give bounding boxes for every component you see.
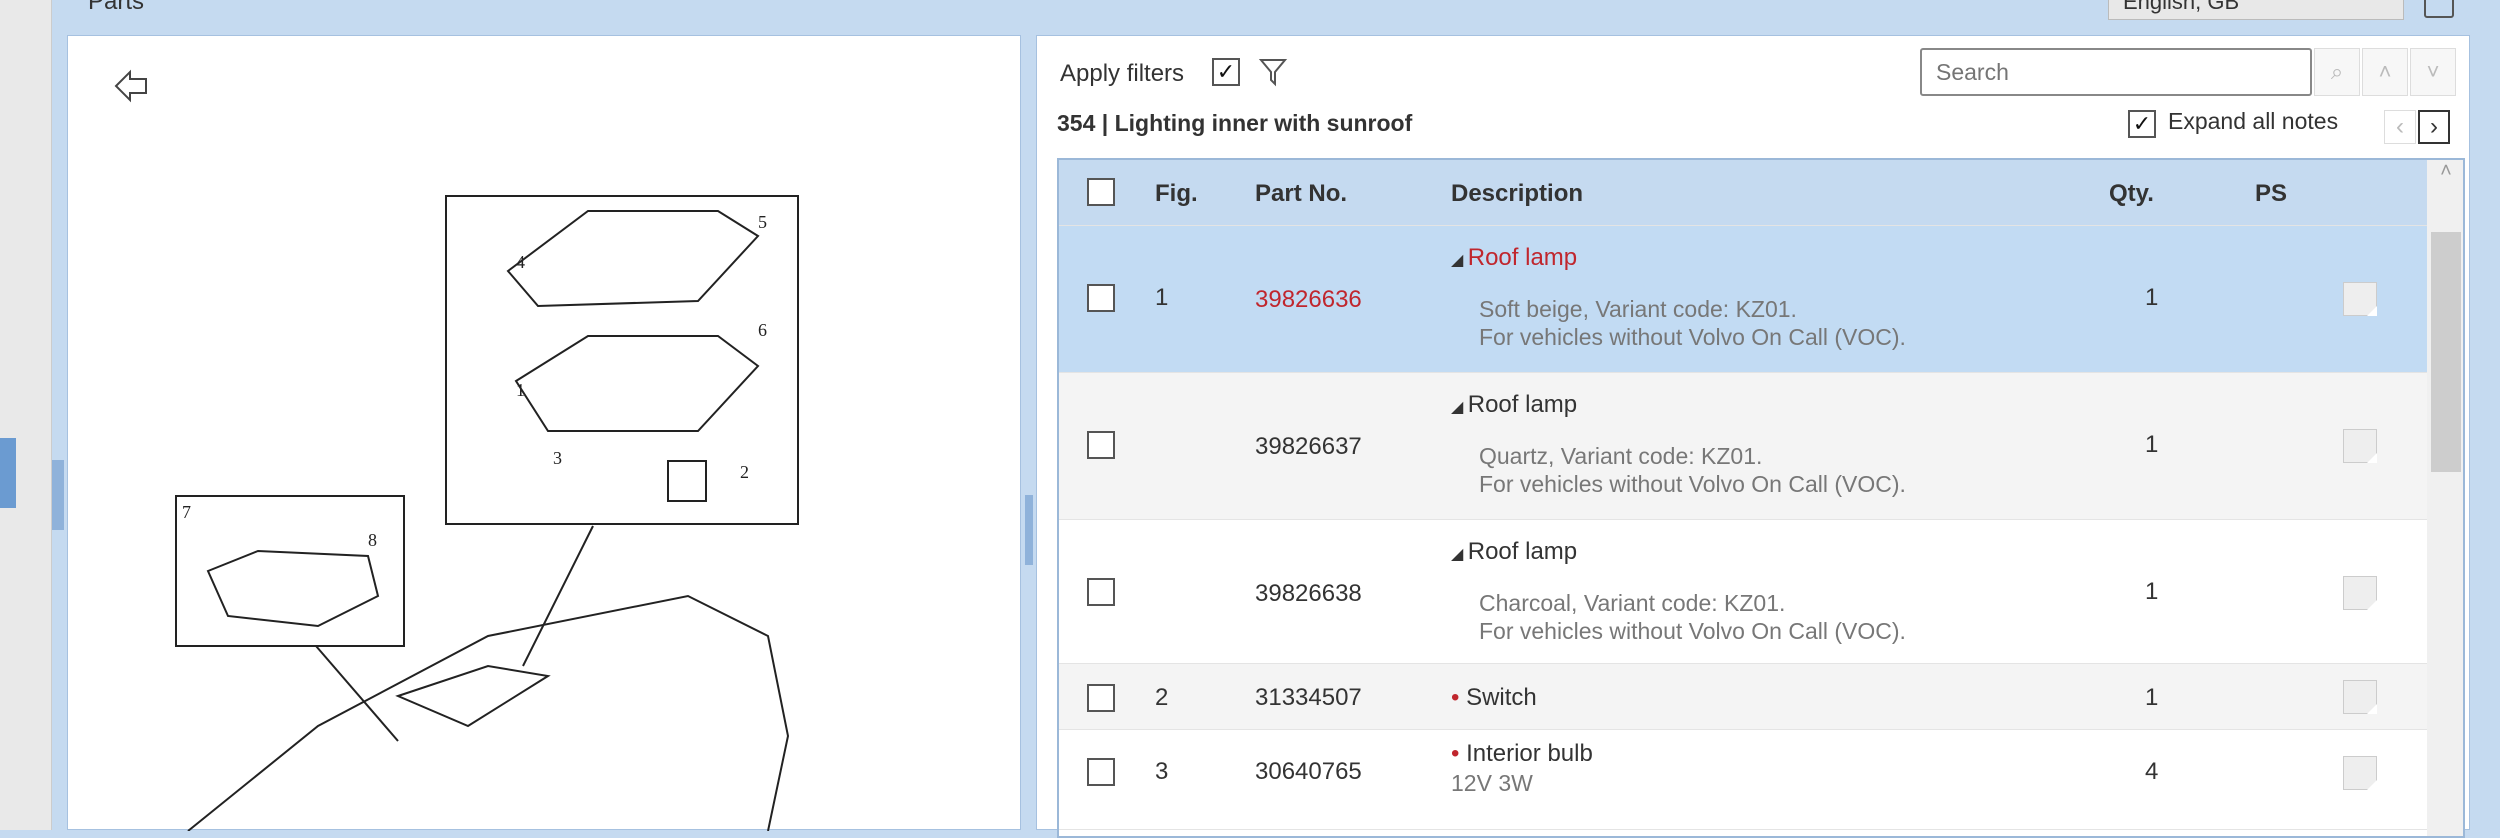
qty-cell: 4 xyxy=(2145,758,2159,785)
scroll-up-icon[interactable]: ˄ xyxy=(2427,160,2463,183)
section-title: Lighting inner with sunroof xyxy=(1114,110,1413,136)
row-checkbox[interactable] xyxy=(1087,578,1115,606)
fig-cell: 2 xyxy=(1155,684,1169,711)
fig-cell: 1 xyxy=(1155,284,1169,311)
description-note: 12V 3W xyxy=(1451,770,1533,796)
search-next-button[interactable]: ˅ xyxy=(2410,48,2456,96)
panel-splitter[interactable] xyxy=(1022,35,1036,830)
note-icon[interactable] xyxy=(2343,429,2377,463)
search-icon[interactable]: ⌕ xyxy=(2314,48,2360,96)
description-title[interactable]: ◢ Roof lamp xyxy=(1451,244,1577,272)
description-note: Charcoal, Variant code: KZ01. xyxy=(1479,590,1786,616)
col-ps[interactable]: PS xyxy=(2255,180,2287,208)
search-prev-button[interactable]: ˄ xyxy=(2362,48,2408,96)
prev-page-button[interactable]: ‹ xyxy=(2384,110,2416,144)
diagram-label: 1 xyxy=(516,380,525,400)
col-description[interactable]: Description xyxy=(1451,180,1583,208)
expand-all-notes-label: Expand all notes xyxy=(2168,108,2339,134)
section-separator: | xyxy=(1101,110,1109,136)
qty-cell: 1 xyxy=(2145,578,2159,605)
panel-title: Parts xyxy=(88,0,145,15)
table-scrollbar[interactable]: ˄ xyxy=(2427,160,2463,836)
scrollbar-thumb[interactable] xyxy=(2431,232,2461,472)
apply-filters-label: Apply filters xyxy=(1060,60,1185,87)
row-checkbox[interactable] xyxy=(1087,758,1115,786)
select-all-checkbox[interactable] xyxy=(1087,178,1115,206)
table-row[interactable]: 1 39826636 ◢ Roof lamp Soft beige, Varia… xyxy=(1059,226,2427,373)
expand-all-notes-checkbox[interactable]: ✓ xyxy=(2128,110,2156,138)
part-no-cell[interactable]: 39826636 xyxy=(1255,286,1362,314)
part-no-cell[interactable]: 39826638 xyxy=(1255,580,1362,608)
apply-filters-checkbox[interactable]: ✓ xyxy=(1212,58,1240,86)
qty-cell: 1 xyxy=(2145,431,2159,458)
col-qty[interactable]: Qty. xyxy=(2109,180,2154,208)
diagram-label: 7 xyxy=(182,502,191,522)
part-no-cell[interactable]: 30640765 xyxy=(1255,758,1362,786)
qty-cell: 1 xyxy=(2145,284,2159,311)
table-row[interactable]: 39826637 ◢ Roof lamp Quartz, Variant cod… xyxy=(1059,373,2427,520)
search-input[interactable] xyxy=(1920,48,2312,96)
table-row[interactable]: 3 30640765 • Interior bulb 12V 3W 4 xyxy=(1059,730,2427,830)
description-note: For vehicles without Volvo On Call (VOC)… xyxy=(1479,471,1906,497)
next-page-button[interactable]: › xyxy=(2418,110,2450,144)
left-sidebar xyxy=(0,0,52,830)
col-part-no[interactable]: Part No. xyxy=(1255,180,1347,208)
description-note: For vehicles without Volvo On Call (VOC)… xyxy=(1479,324,1906,350)
diagram-label: 4 xyxy=(516,252,525,272)
diagram-label: 8 xyxy=(368,530,377,550)
fig-cell: 3 xyxy=(1155,758,1169,785)
note-icon[interactable] xyxy=(2343,576,2377,610)
filter-icon[interactable] xyxy=(1258,56,1288,88)
illustration-panel: 4 5 6 1 3 2 7 8 xyxy=(67,35,1022,831)
sidebar-tab[interactable] xyxy=(0,438,16,508)
description-title[interactable]: • Switch xyxy=(1451,684,1537,712)
diagram-label: 5 xyxy=(758,212,767,232)
left-collapse-handle[interactable] xyxy=(52,460,64,530)
row-checkbox[interactable] xyxy=(1087,684,1115,712)
description-note: Soft beige, Variant code: KZ01. xyxy=(1479,296,1797,322)
row-checkbox[interactable] xyxy=(1087,431,1115,459)
table-header: Fig. Part No. Description Qty. PS xyxy=(1059,160,2427,226)
description-title[interactable]: ◢ Roof lamp xyxy=(1451,538,1577,566)
section-heading: 354 | Lighting inner with sunroof xyxy=(1057,110,1412,137)
col-fig[interactable]: Fig. xyxy=(1155,180,1198,208)
parts-table: Fig. Part No. Description Qty. PS 1 3982… xyxy=(1057,158,2465,838)
description-title[interactable]: • Interior bulb xyxy=(1451,740,1593,768)
description-note: Quartz, Variant code: KZ01. xyxy=(1479,443,1763,469)
row-checkbox[interactable] xyxy=(1087,284,1115,312)
diagram-label: 6 xyxy=(758,320,767,340)
section-number: 354 xyxy=(1057,110,1096,136)
description-title[interactable]: ◢ Roof lamp xyxy=(1451,391,1577,419)
diagram-label: 2 xyxy=(740,462,749,482)
table-row[interactable]: 2 31334507 • Switch 1 xyxy=(1059,664,2427,730)
note-icon[interactable] xyxy=(2343,756,2377,790)
qty-cell: 1 xyxy=(2145,684,2159,711)
diagram-label: 3 xyxy=(553,448,562,468)
part-no-cell[interactable]: 39826637 xyxy=(1255,433,1362,461)
note-icon[interactable] xyxy=(2343,680,2377,714)
print-icon[interactable] xyxy=(2424,0,2454,18)
table-row[interactable]: 39826638 ◢ Roof lamp Charcoal, Variant c… xyxy=(1059,520,2427,664)
language-select[interactable]: English, GB xyxy=(2108,0,2404,20)
note-icon[interactable] xyxy=(2343,282,2377,316)
part-no-cell[interactable]: 31334507 xyxy=(1255,684,1362,712)
description-note: For vehicles without Volvo On Call (VOC)… xyxy=(1479,618,1906,644)
parts-diagram[interactable]: 4 5 6 1 3 2 7 8 xyxy=(68,36,1022,831)
